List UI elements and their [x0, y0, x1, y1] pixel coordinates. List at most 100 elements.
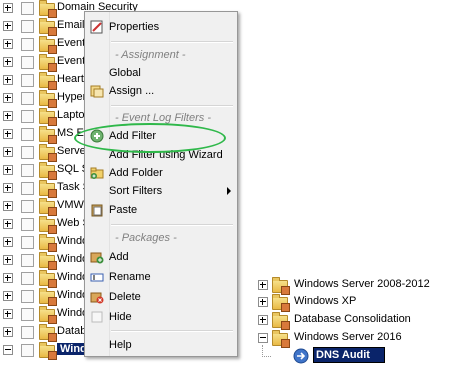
menu-label: Delete [109, 291, 141, 303]
tree-node[interactable]: Windo [0, 287, 90, 306]
tree-node[interactable]: Windo [0, 233, 90, 252]
tree-node[interactable]: Windo [0, 269, 90, 288]
tree-node[interactable]: SQL S [0, 161, 90, 180]
tree-node[interactable]: Event [0, 53, 90, 72]
expand-icon[interactable] [3, 111, 13, 121]
menu-item-add[interactable]: Add [85, 248, 237, 266]
menu-label: Assign ... [109, 85, 155, 97]
checkbox[interactable] [21, 128, 34, 141]
collapse-icon[interactable] [258, 333, 268, 343]
tree-node[interactable]: Task S [0, 179, 90, 198]
collapse-icon[interactable] [3, 345, 13, 355]
tree-node[interactable]: Domain Security [0, 0, 138, 18]
tree-node[interactable]: Heart [0, 71, 90, 90]
menu-item-paste[interactable]: Paste [85, 201, 237, 219]
checkbox[interactable] [21, 56, 34, 69]
expand-icon[interactable] [3, 183, 13, 193]
menu-separator [111, 105, 233, 107]
checkbox[interactable] [21, 146, 34, 159]
checkbox[interactable] [21, 92, 34, 105]
expand-icon[interactable] [3, 201, 13, 211]
menu-label: Global [109, 67, 141, 79]
folder-icon [39, 198, 57, 216]
checkbox[interactable] [21, 164, 34, 177]
expand-icon[interactable] [3, 93, 13, 103]
tree-node[interactable]: Web S [0, 215, 90, 234]
checkbox[interactable] [21, 2, 34, 15]
checkbox[interactable] [21, 74, 34, 87]
menu-item-hide[interactable]: Hide [85, 308, 237, 326]
expand-icon[interactable] [3, 255, 13, 265]
expand-icon[interactable] [3, 39, 13, 49]
menu-item-add-folder[interactable]: Add Folder [85, 164, 237, 182]
expand-icon[interactable] [3, 75, 13, 85]
checkbox[interactable] [21, 218, 34, 231]
folder-icon [39, 324, 57, 342]
tree-node[interactable]: Windows Server 2016 [255, 329, 450, 348]
tree-node[interactable]: Windo [0, 251, 90, 270]
add-folder-icon [90, 167, 104, 179]
tree-node[interactable]: Hyper [0, 89, 90, 108]
checkbox[interactable] [21, 38, 34, 51]
menu-item-properties[interactable]: Properties [85, 18, 237, 36]
checkbox[interactable] [21, 200, 34, 213]
expand-icon[interactable] [3, 147, 13, 157]
tree-node[interactable]: Serve [0, 143, 90, 162]
tree-node[interactable]: Email [0, 17, 90, 36]
checkbox[interactable] [21, 344, 34, 357]
tree-node[interactable]: Database Consolidation [255, 311, 450, 330]
expand-icon[interactable] [258, 280, 268, 290]
menu-item-rename[interactable]: Rename [85, 268, 237, 286]
menu-item-sort-filters[interactable]: Sort Filters [85, 182, 237, 200]
folder-icon [39, 0, 57, 18]
menu-item-global[interactable]: Global [85, 64, 237, 82]
add-package-icon [90, 252, 104, 264]
rename-input[interactable] [313, 347, 385, 363]
checkbox[interactable] [21, 254, 34, 267]
tree-node-label: Event [57, 55, 86, 67]
expand-icon[interactable] [3, 219, 13, 229]
folder-icon [39, 126, 57, 144]
folder-icon [39, 162, 57, 180]
checkbox[interactable] [21, 326, 34, 339]
expand-icon[interactable] [3, 129, 13, 139]
tree-node[interactable]: VMWa [0, 197, 90, 216]
checkbox[interactable] [21, 308, 34, 321]
expand-icon[interactable] [3, 57, 13, 67]
expand-icon[interactable] [3, 291, 13, 301]
checkbox[interactable] [21, 182, 34, 195]
highlight-ellipse-annotation [74, 123, 226, 153]
expand-icon[interactable] [258, 315, 268, 325]
menu-item-assign[interactable]: Assign ... [85, 82, 237, 100]
expand-icon[interactable] [3, 237, 13, 247]
expand-icon[interactable] [3, 327, 13, 337]
expand-icon[interactable] [258, 297, 268, 307]
tree-node[interactable]: Windows Server 2008-2012 [255, 276, 450, 295]
tree-node[interactable]: Windows Server 2016 [0, 341, 177, 360]
tree-node-label: Email [57, 19, 85, 31]
menu-label: Help [109, 339, 132, 351]
menu-separator [111, 41, 233, 43]
tree-node[interactable]: Windo [0, 305, 90, 324]
checkbox[interactable] [21, 236, 34, 249]
menu-label: Paste [109, 204, 138, 216]
menu-item-delete[interactable]: Delete [85, 288, 237, 306]
expand-icon[interactable] [3, 21, 13, 31]
checkbox[interactable] [21, 20, 34, 33]
folder-icon [39, 144, 57, 162]
expand-icon[interactable] [3, 165, 13, 175]
menu-item-help[interactable]: Help [85, 336, 237, 354]
checkbox[interactable] [21, 290, 34, 303]
tree-node[interactable]: Windows XP [255, 293, 450, 312]
checkbox[interactable] [21, 110, 34, 123]
expand-icon[interactable] [3, 273, 13, 283]
folder-icon [39, 36, 57, 54]
tree-node[interactable]: Datab [0, 323, 90, 342]
menu-label: Rename [109, 271, 151, 283]
tree-node[interactable]: Lapto [0, 107, 90, 126]
tree-node-editing[interactable] [255, 345, 450, 365]
tree-node[interactable]: Event [0, 35, 90, 54]
expand-icon[interactable] [3, 309, 13, 319]
expand-icon[interactable] [3, 3, 13, 13]
checkbox[interactable] [21, 272, 34, 285]
